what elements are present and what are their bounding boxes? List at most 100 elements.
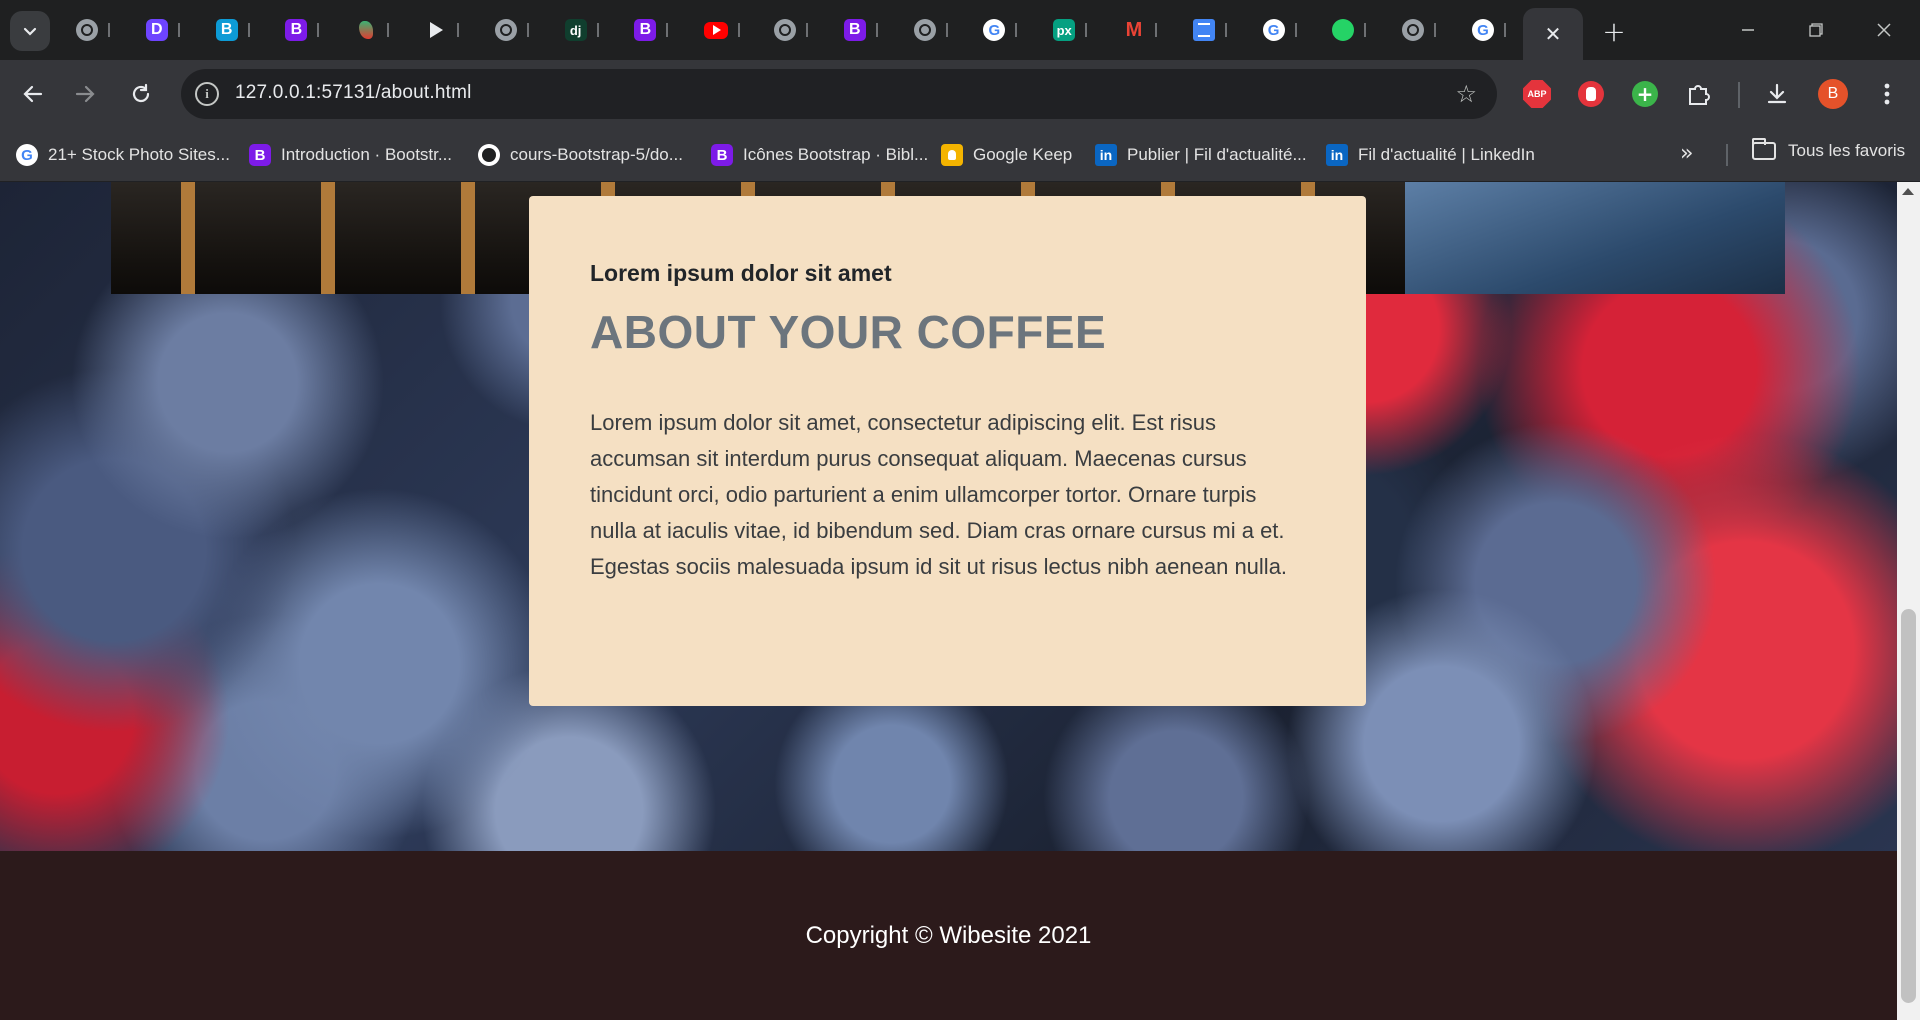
gmail-icon: M [1125,18,1143,41]
tab-separator [666,23,669,37]
globe-icon [774,19,796,41]
browser-tab[interactable]: dj [555,10,621,50]
globe-icon [76,19,98,41]
tab-separator [457,23,459,37]
back-button[interactable] [15,76,51,112]
bookmark-star-icon[interactable]: ☆ [1455,80,1477,108]
all-bookmarks-label: Tous les favoris [1788,141,1906,160]
tab-separator [526,23,529,37]
browser-tab[interactable] [764,10,830,50]
restore-icon [1809,23,1823,37]
bookmark-label: Google Keep [973,145,1073,164]
bootstrap-icon: B [215,19,238,41]
tab-separator [738,23,741,37]
browser-tab[interactable] [345,10,411,50]
downloads-button[interactable] [1761,78,1793,110]
pixabay-icon: px [1053,19,1076,41]
plus-circle-icon: + [1632,81,1658,107]
bookmark-item[interactable]: in Fil d'actualité | LinkedIn [1326,141,1535,169]
chevron-down-icon [23,27,37,36]
youtube-icon [704,21,729,39]
browser-tab[interactable] [694,10,760,50]
browser-tab[interactable] [66,10,132,50]
bookmark-item[interactable]: B Introduction · Bootstr... [249,141,452,169]
bookmark-item[interactable]: cours-Bootstrap-5/do... [478,141,683,169]
bookmark-item[interactable]: Google Keep [941,141,1072,169]
bookmark-label: Icônes Bootstrap · Bibl... [743,145,929,164]
browser-tab[interactable] [904,10,970,50]
bookmark-label: Introduction · Bootstr... [281,145,453,164]
forward-button[interactable] [67,76,103,112]
browser-tab[interactable]: G [1253,10,1319,50]
close-tab-icon[interactable]: ✕ [1545,22,1562,46]
globe-icon [494,19,517,41]
toolbar-divider [1738,82,1740,108]
menu-button[interactable] [1871,78,1903,110]
browser-tab[interactable] [415,10,481,50]
vertical-scrollbar[interactable] [1897,182,1920,1020]
folder-icon [1752,138,1776,160]
browser-tab[interactable]: B [206,10,272,50]
browser-tab[interactable] [1183,10,1249,50]
browser-tab[interactable]: B [834,10,900,50]
url-text[interactable]: 127.0.0.1:57131/about.html [235,82,472,104]
tab-separator [1155,23,1157,37]
site-info-icon[interactable]: i [195,82,219,106]
download-icon [1767,83,1787,104]
browser-tab[interactable]: px [1043,10,1109,50]
reload-button[interactable] [123,76,159,112]
bookmark-item[interactable]: B Icônes Bootstrap · Bibl... [711,141,928,169]
bookmark-label: Fil d'actualité | LinkedIn [1358,145,1535,164]
browser-tab[interactable]: B [275,10,341,50]
browser-tab[interactable] [485,10,551,50]
reload-icon [132,83,150,103]
browser-toolbar: i 127.0.0.1:57131/about.html ☆ ABP + B [0,60,1920,128]
add-extension[interactable]: + [1629,78,1661,110]
stop-hand-extension[interactable] [1575,78,1607,110]
extensions-button[interactable] [1683,78,1715,110]
browser-tab[interactable]: G [973,10,1039,50]
browser-tab[interactable]: M [1113,10,1179,50]
duckduckgo-icon: D [145,19,168,41]
copyright-text: Copyright © Wibesite 2021 [805,921,1092,949]
adblock-plus-extension[interactable]: ABP [1521,78,1553,110]
puzzle-icon [1689,85,1710,105]
tab-search-button[interactable] [10,11,50,51]
browser-tab[interactable]: D [136,10,202,50]
all-bookmarks-button[interactable]: Tous les favoris [1752,138,1906,161]
avatar: B [1818,79,1848,109]
tab-separator [247,23,250,37]
close-window-button[interactable] [1864,12,1904,48]
bookmarks-overflow-button[interactable]: » [1680,141,1693,166]
browser-tab[interactable]: G [1462,10,1528,50]
tab-separator [1224,23,1227,37]
keep-icon [941,144,963,166]
tab-separator [806,23,808,37]
bootstrap-icon: B [843,19,866,41]
address-bar[interactable]: i 127.0.0.1:57131/about.html ☆ [181,69,1497,119]
bookmarks-bar: G 21+ Stock Photo Sites... B Introduction ·… [0,128,1920,182]
page-footer: Copyright © Wibesite 2021 [0,851,1897,1020]
cafe-table-image-part [1405,182,1785,294]
kebab-menu-icon [1884,83,1890,105]
profile-button[interactable]: B [1817,78,1849,110]
docs-icon [1192,19,1215,41]
tab-separator [177,23,180,37]
restore-button[interactable] [1796,12,1836,48]
scrollbar-thumb[interactable] [1901,609,1916,1003]
tab-separator [1294,23,1297,37]
bootstrap-icon: B [711,144,733,166]
linkedin-icon: in [1326,144,1348,166]
scroll-up-arrow-icon[interactable] [1902,188,1914,195]
bookmark-item[interactable]: in Publier | Fil d'actualité... [1095,141,1307,169]
about-heading: ABOUT YOUR COFFEE [590,306,1107,358]
active-tab[interactable]: ✕ [1523,8,1583,60]
bookmark-item[interactable]: G 21+ Stock Photo Sites... [16,141,230,169]
google-icon: G [983,19,1006,41]
browser-tab[interactable] [1322,10,1388,50]
browser-tab[interactable] [1392,10,1458,50]
tab-strip: D B Bdj B B Gpx M G G ✕ + [0,0,1920,60]
browser-tab[interactable]: B [624,10,690,50]
new-tab-button[interactable]: + [1597,14,1631,48]
minimize-button[interactable] [1728,12,1768,48]
